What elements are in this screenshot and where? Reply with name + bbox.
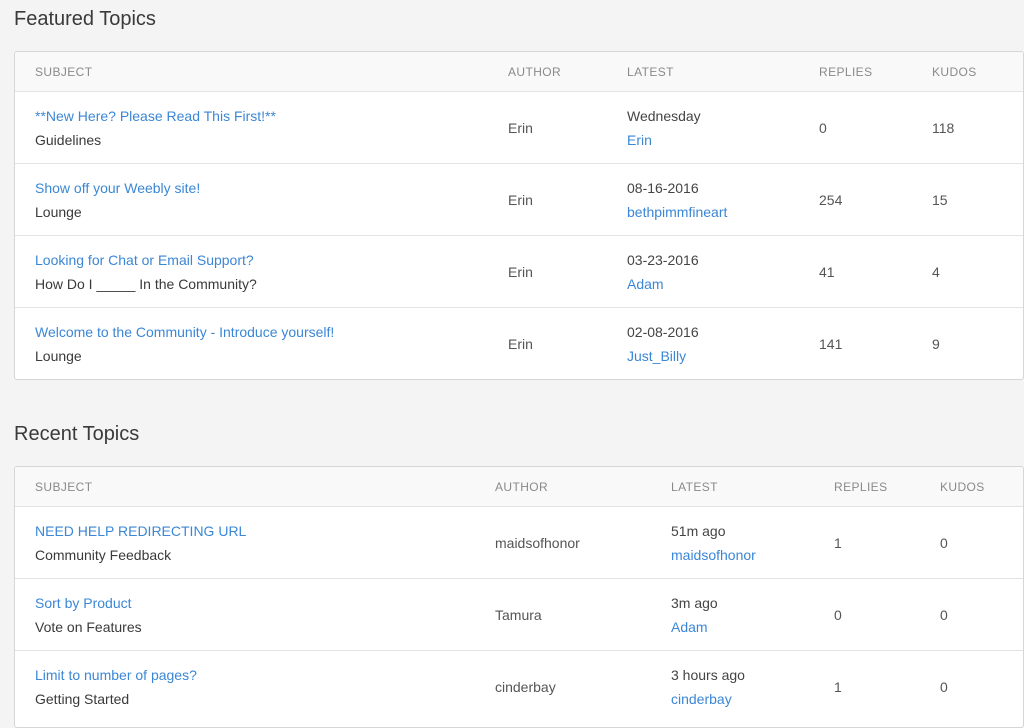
topic-kudos: 9 <box>932 336 940 352</box>
topic-kudos: 0 <box>940 607 948 623</box>
topic-replies: 1 <box>834 679 842 695</box>
header-kudos: KUDOS <box>932 65 977 79</box>
header-author: AUTHOR <box>495 480 549 494</box>
topic-replies: 1 <box>834 535 842 551</box>
header-replies: REPLIES <box>819 65 873 79</box>
topic-author[interactable]: Tamura <box>495 607 542 623</box>
topic-latest-user-link[interactable]: maidsofhonor <box>671 547 756 563</box>
table-row: NEED HELP REDIRECTING URL Community Feed… <box>15 507 1023 579</box>
topic-board-link[interactable]: Lounge <box>35 348 82 364</box>
topic-latest-user-link[interactable]: cinderbay <box>671 691 732 707</box>
topic-author[interactable]: Erin <box>508 192 533 208</box>
topic-author[interactable]: Erin <box>508 264 533 280</box>
topic-latest-user-link[interactable]: Just_Billy <box>627 348 686 364</box>
topic-board-link[interactable]: Community Feedback <box>35 547 171 563</box>
topic-kudos: 118 <box>932 120 955 136</box>
topic-replies: 0 <box>819 120 827 136</box>
topic-board-link[interactable]: Getting Started <box>35 691 129 707</box>
topic-latest-date: Wednesday <box>627 108 701 124</box>
topic-latest-user-link[interactable]: Adam <box>671 619 708 635</box>
recent-topics-title: Recent Topics <box>14 423 140 445</box>
topic-author[interactable]: Erin <box>508 120 533 136</box>
topic-subject-link[interactable]: Looking for Chat or Email Support? <box>35 252 254 268</box>
header-latest: LATEST <box>671 480 718 494</box>
featured-topics-title: Featured Topics <box>14 8 156 30</box>
topic-kudos: 0 <box>940 679 948 695</box>
topic-latest-user-link[interactable]: bethpimmfineart <box>627 204 727 220</box>
topic-latest-date: 3 hours ago <box>671 667 745 683</box>
topic-latest-user-link[interactable]: Erin <box>627 132 652 148</box>
topic-author[interactable]: Erin <box>508 336 533 352</box>
topic-subject-link[interactable]: Show off your Weebly site! <box>35 180 200 196</box>
topic-kudos: 15 <box>932 192 948 208</box>
topic-kudos: 4 <box>932 264 940 280</box>
featured-topics-table: SUBJECT AUTHOR LATEST REPLIES KUDOS **Ne… <box>14 51 1024 380</box>
topic-subject-link[interactable]: NEED HELP REDIRECTING URL <box>35 523 246 539</box>
topic-latest-date: 3m ago <box>671 595 718 611</box>
topic-replies: 41 <box>819 264 835 280</box>
topic-subject-link[interactable]: **New Here? Please Read This First!** <box>35 108 276 124</box>
topic-replies: 0 <box>834 607 842 623</box>
topic-subject-link[interactable]: Limit to number of pages? <box>35 667 197 683</box>
recent-topics-table: SUBJECT AUTHOR LATEST REPLIES KUDOS NEED… <box>14 466 1024 728</box>
header-author: AUTHOR <box>508 65 562 79</box>
topic-board-link[interactable]: Guidelines <box>35 132 101 148</box>
header-replies: REPLIES <box>834 480 888 494</box>
header-subject: SUBJECT <box>35 480 93 494</box>
table-row: Sort by Product Vote on Features Tamura … <box>15 579 1023 651</box>
topic-kudos: 0 <box>940 535 948 551</box>
topic-board-link[interactable]: How Do I _____ In the Community? <box>35 276 257 292</box>
topic-subject-link[interactable]: Sort by Product <box>35 595 132 611</box>
topic-author[interactable]: cinderbay <box>495 679 556 695</box>
header-subject: SUBJECT <box>35 65 93 79</box>
topic-board-link[interactable]: Vote on Features <box>35 619 142 635</box>
header-latest: LATEST <box>627 65 674 79</box>
table-row: Welcome to the Community - Introduce you… <box>15 308 1023 379</box>
topic-subject-link[interactable]: Welcome to the Community - Introduce you… <box>35 324 334 340</box>
header-kudos: KUDOS <box>940 480 985 494</box>
topic-author[interactable]: maidsofhonor <box>495 535 580 551</box>
topic-latest-date: 08-16-2016 <box>627 180 699 196</box>
topic-latest-date: 02-08-2016 <box>627 324 699 340</box>
topic-replies: 141 <box>819 336 843 352</box>
table-row: **New Here? Please Read This First!** Gu… <box>15 92 1023 164</box>
table-row: Limit to number of pages? Getting Starte… <box>15 651 1023 722</box>
table-header: SUBJECT AUTHOR LATEST REPLIES KUDOS <box>15 467 1023 507</box>
topic-latest-user-link[interactable]: Adam <box>627 276 664 292</box>
topic-latest-date: 51m ago <box>671 523 726 539</box>
table-header: SUBJECT AUTHOR LATEST REPLIES KUDOS <box>15 52 1023 92</box>
topic-replies: 254 <box>819 192 843 208</box>
topic-latest-date: 03-23-2016 <box>627 252 699 268</box>
table-row: Looking for Chat or Email Support? How D… <box>15 236 1023 308</box>
table-row: Show off your Weebly site! Lounge Erin 0… <box>15 164 1023 236</box>
topic-board-link[interactable]: Lounge <box>35 204 82 220</box>
